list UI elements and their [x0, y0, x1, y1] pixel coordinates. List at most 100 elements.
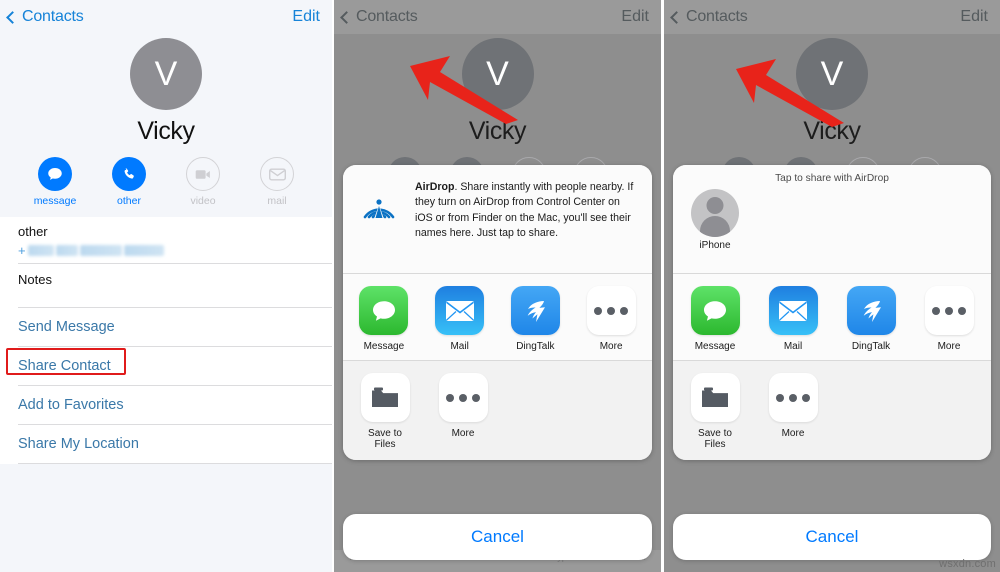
- airdrop-info-section[interactable]: AirDrop. Share instantly with people nea…: [343, 165, 652, 273]
- more-dots-icon: [768, 373, 818, 422]
- phone-row-label: other: [18, 224, 48, 239]
- folder-icon: [690, 373, 740, 422]
- edit-button-dimmed[interactable]: Edit: [960, 8, 988, 26]
- action-message[interactable]: message: [32, 157, 78, 207]
- airdrop-device-iphone-label: iPhone: [699, 240, 731, 251]
- action-other-call[interactable]: other: [106, 157, 152, 207]
- share-app-more-label: More: [599, 341, 623, 352]
- contact-details: other + Notes Send Message Share Contact: [0, 217, 332, 464]
- airdrop-devices-section: Tap to share with AirDrop iPhone: [673, 165, 991, 273]
- share-app-mail-label: Mail: [450, 341, 469, 352]
- back-label: Contacts: [22, 8, 84, 25]
- share-app-more[interactable]: More: [921, 286, 977, 352]
- more-dots-icon: [586, 286, 636, 335]
- back-to-contacts-button[interactable]: Contacts: [6, 8, 84, 26]
- airdrop-device-iphone[interactable]: iPhone: [685, 189, 745, 251]
- share-app-message[interactable]: Message: [687, 286, 743, 352]
- chevron-left-icon: [6, 10, 19, 24]
- mail-app-icon: [768, 286, 818, 335]
- mail-app-icon: [435, 286, 485, 335]
- share-app-dingtalk-label: DingTalk: [851, 341, 891, 352]
- airdrop-icon: [355, 181, 403, 229]
- phone-row[interactable]: other +: [0, 217, 332, 263]
- avatar: V: [461, 38, 534, 110]
- share-app-mail[interactable]: Mail: [765, 286, 821, 352]
- airdrop-title: AirDrop: [415, 181, 455, 193]
- phone-number-redacted: +: [18, 243, 314, 258]
- chevron-left-icon: [340, 10, 353, 24]
- back-to-contacts-button-dimmed[interactable]: Contacts: [670, 8, 748, 26]
- share-tasks-row: Save to Files More: [673, 361, 991, 460]
- share-app-dingtalk[interactable]: DingTalk: [509, 286, 563, 352]
- notes-row[interactable]: Notes: [0, 264, 332, 307]
- task-save-to-files-label: Save to Files: [368, 428, 402, 450]
- back-label: Contacts: [356, 8, 418, 25]
- dingtalk-app-icon: [510, 286, 560, 335]
- share-app-more-label: More: [937, 341, 961, 352]
- back-to-contacts-button-dimmed[interactable]: Contacts: [340, 8, 418, 26]
- phone-icon: [112, 157, 146, 191]
- avatar: V: [130, 38, 202, 110]
- messages-app-icon: [359, 286, 409, 335]
- action-video-label: video: [190, 195, 216, 207]
- edit-button-dimmed[interactable]: Edit: [621, 8, 649, 26]
- more-dots-icon: [924, 286, 974, 335]
- share-contact-row[interactable]: Share Contact: [0, 347, 332, 385]
- share-app-dingtalk[interactable]: DingTalk: [843, 286, 899, 352]
- action-other-label: other: [117, 195, 141, 207]
- add-to-favorites-row[interactable]: Add to Favorites: [0, 386, 332, 424]
- action-video[interactable]: video: [180, 157, 226, 207]
- send-message-row[interactable]: Send Message: [0, 308, 332, 346]
- watermark: wsxdn.com: [939, 558, 996, 570]
- dingtalk-app-icon: [846, 286, 896, 335]
- share-app-message-label: Message: [363, 341, 405, 352]
- video-camera-icon: [186, 157, 220, 191]
- screenshot-stage: Contacts Edit V Vicky message other vide…: [0, 0, 1000, 572]
- share-app-more[interactable]: More: [584, 286, 638, 352]
- quick-actions: message other video mail: [0, 157, 332, 217]
- share-sheet: Tap to share with AirDrop iPhone Message: [673, 165, 991, 460]
- task-save-to-files[interactable]: Save to Files: [687, 373, 743, 450]
- share-apps-row: Message Mail DingTalk More: [343, 274, 652, 360]
- notes-label: Notes: [18, 272, 52, 287]
- share-apps-row: Message Mail DingTalk More: [673, 274, 991, 360]
- task-more-label: More: [781, 428, 805, 439]
- panel-share-sheet-airdrop-device: Contacts Edit V Vicky Tap to share with …: [664, 0, 1000, 572]
- envelope-icon: [260, 157, 294, 191]
- share-app-dingtalk-label: DingTalk: [516, 341, 555, 352]
- share-tasks-row: Save to Files More: [343, 361, 652, 460]
- chevron-left-icon: [670, 10, 683, 24]
- edit-button[interactable]: Edit: [292, 8, 320, 26]
- airdrop-hint: Tap to share with AirDrop: [775, 173, 889, 184]
- navbar: Contacts Edit: [0, 0, 332, 34]
- share-app-message-label: Message: [694, 341, 736, 352]
- cancel-button[interactable]: Cancel: [343, 514, 652, 560]
- messages-app-icon: [690, 286, 740, 335]
- task-save-to-files[interactable]: Save to Files: [357, 373, 413, 450]
- folder-icon: [360, 373, 410, 422]
- message-bubble-icon: [38, 157, 72, 191]
- person-avatar-icon: [691, 189, 739, 237]
- share-contact-label: Share Contact: [18, 358, 111, 374]
- panel-contact-card: Contacts Edit V Vicky message other vide…: [0, 0, 334, 572]
- share-my-location-row[interactable]: Share My Location: [0, 425, 332, 463]
- task-more[interactable]: More: [765, 373, 821, 450]
- action-mail-label: mail: [267, 195, 287, 207]
- task-more-label: More: [451, 428, 475, 439]
- navbar-dimmed: Contacts Edit: [334, 0, 661, 34]
- contact-header: V Vicky message other video mail: [0, 38, 332, 217]
- contact-name: Vicky: [137, 117, 195, 145]
- airdrop-description: AirDrop. Share instantly with people nea…: [415, 178, 640, 241]
- task-save-to-files-label: Save to Files: [698, 428, 732, 450]
- task-more[interactable]: More: [435, 373, 491, 450]
- back-label: Contacts: [686, 8, 748, 25]
- share-sheet: AirDrop. Share instantly with people nea…: [343, 165, 652, 460]
- action-message-label: message: [33, 195, 77, 207]
- action-mail[interactable]: mail: [254, 157, 300, 207]
- cancel-button[interactable]: Cancel: [673, 514, 991, 560]
- share-app-mail[interactable]: Mail: [433, 286, 487, 352]
- avatar: V: [796, 38, 868, 110]
- navbar-dimmed: Contacts Edit: [664, 0, 1000, 34]
- share-app-message[interactable]: Message: [357, 286, 411, 352]
- phone-plus-prefix: +: [18, 243, 26, 258]
